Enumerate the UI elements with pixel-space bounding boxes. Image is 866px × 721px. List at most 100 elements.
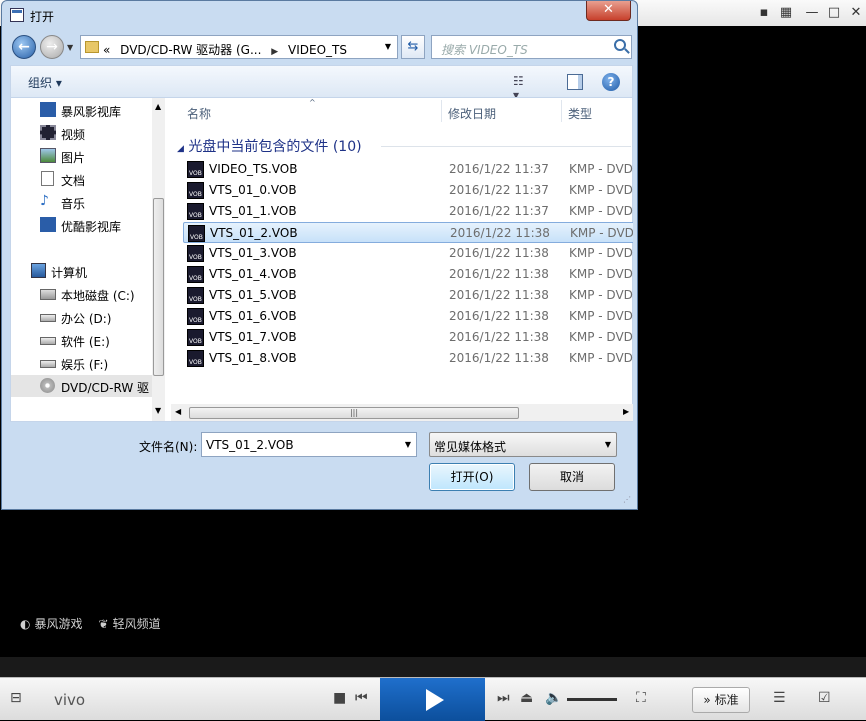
breadcrumb-separator-icon[interactable]: ▶ xyxy=(271,47,278,57)
nav-item-drive-c[interactable]: 本地磁盘 (C:) xyxy=(11,283,153,305)
fullscreen-icon[interactable]: ⛶ xyxy=(636,690,646,706)
nav-item-drive-e[interactable]: 软件 (E:) xyxy=(11,329,153,351)
search-field[interactable]: 搜索 VIDEO_TS xyxy=(431,35,632,59)
search-icon[interactable] xyxy=(614,39,626,51)
preview-pane-icon[interactable] xyxy=(567,74,583,90)
close-icon[interactable]: ✕ xyxy=(848,5,864,21)
library-icon[interactable]: ☑ xyxy=(818,690,831,706)
vob-file-icon xyxy=(187,329,204,346)
navigation-pane: 暴风影视库 视频 图片 文档 ♪音乐 优酷影视库 ▷计算机 本地磁盘 (C:) … xyxy=(11,98,165,421)
drive-icon xyxy=(40,337,56,345)
eject-icon[interactable]: ⏏ xyxy=(520,690,533,706)
video-library-icon xyxy=(40,217,56,232)
nav-item-drive-d[interactable]: 办公 (D:) xyxy=(11,306,153,328)
toolbox-icon[interactable]: ⊟ xyxy=(10,690,22,706)
file-row[interactable]: VTS_01_1.VOB2016/1/22 11:37KMP - DVD xyxy=(183,201,633,222)
quality-button[interactable]: » 标准 xyxy=(692,687,750,713)
scroll-down-icon[interactable]: ▼ xyxy=(155,406,161,415)
nav-item-youku-library[interactable]: 优酷影视库 xyxy=(11,214,153,236)
hscroll-thumb[interactable]: ||| xyxy=(189,407,519,419)
volume-slider[interactable] xyxy=(567,698,617,701)
back-button[interactable]: ← xyxy=(12,35,36,59)
skin-icon[interactable]: ▦ xyxy=(778,5,794,21)
windows-drive-icon xyxy=(40,289,56,300)
cancel-button[interactable]: 取消 xyxy=(529,463,615,491)
column-header-name[interactable]: 名称 xyxy=(187,105,211,122)
organize-menu[interactable]: 组织 ▾ xyxy=(28,74,62,91)
nav-item-dvd-drive[interactable]: DVD/CD-RW 驱 xyxy=(11,375,153,397)
file-list-hscrollbar[interactable]: ◀ ||| ▶ xyxy=(171,404,633,421)
dialog-body: 暴风影视库 视频 图片 文档 ♪音乐 优酷影视库 ▷计算机 本地磁盘 (C:) … xyxy=(10,97,633,422)
scroll-right-icon[interactable]: ▶ xyxy=(623,407,629,416)
file-type-select[interactable]: 常见媒体格式 ▼ xyxy=(429,432,617,457)
refresh-button[interactable]: ⇆ xyxy=(401,35,425,59)
file-row[interactable]: VTS_01_5.VOB2016/1/22 11:38KMP - DVD xyxy=(183,285,633,306)
nav-item-computer[interactable]: ▷计算机 xyxy=(11,260,153,282)
progress-strip[interactable] xyxy=(0,657,866,677)
vob-file-icon xyxy=(187,308,204,325)
breadcrumb-folder[interactable]: VIDEO_TS xyxy=(288,43,347,57)
group-divider xyxy=(381,146,631,147)
search-placeholder: 搜索 VIDEO_TS xyxy=(441,43,528,57)
nav-scroll-thumb[interactable] xyxy=(153,198,164,376)
forward-button[interactable]: → xyxy=(40,35,64,59)
address-dropdown-icon[interactable]: ▼ xyxy=(385,42,391,51)
document-icon xyxy=(41,171,54,186)
stop-icon[interactable]: ■ xyxy=(333,690,346,706)
column-header-date[interactable]: 修改日期 xyxy=(448,105,496,122)
help-icon[interactable]: ? xyxy=(602,73,620,91)
file-row[interactable]: VTS_01_7.VOB2016/1/22 11:38KMP - DVD xyxy=(183,327,633,348)
address-bar[interactable]: « DVD/CD-RW 驱动器 (G... ▶ VIDEO_TS ▼ xyxy=(80,35,398,59)
column-divider[interactable] xyxy=(441,100,442,122)
scroll-left-icon[interactable]: ◀ xyxy=(175,407,181,416)
file-row[interactable]: VIDEO_TS.VOB2016/1/22 11:37KMP - DVD xyxy=(183,159,633,180)
file-row-selected[interactable]: VTS_01_2.VOB2016/1/22 11:38KMP - DVD xyxy=(183,222,633,243)
scroll-up-icon[interactable]: ▲ xyxy=(155,102,161,111)
channel-link[interactable]: ❦ 轻风频道 xyxy=(99,615,161,632)
view-options-icon[interactable]: ☷ ▾ xyxy=(513,74,529,102)
game-link[interactable]: ◐ 暴风游戏 xyxy=(20,615,83,632)
filename-input[interactable]: VTS_01_2.VOB ▼ xyxy=(201,432,417,457)
column-divider[interactable] xyxy=(561,100,562,122)
nav-scrollbar[interactable]: ▲ ▼ xyxy=(152,98,165,421)
file-list: 名称 ^ 修改日期 类型 ◢ 光盘中当前包含的文件 (10) VIDEO_TS.… xyxy=(171,98,633,421)
dialog-close-button[interactable]: ✕ xyxy=(586,1,631,21)
open-button[interactable]: 打开(O) xyxy=(429,463,515,491)
dialog-title: 打开 xyxy=(30,10,55,24)
nav-item-baofeng-library[interactable]: 暴风影视库 xyxy=(11,99,153,121)
next-icon[interactable]: ⏭ xyxy=(497,690,510,706)
filename-dropdown-icon[interactable]: ▼ xyxy=(405,440,411,449)
message-icon[interactable]: ▪ xyxy=(756,5,772,21)
collapse-icon[interactable]: ◢ xyxy=(177,144,184,154)
file-row[interactable]: VTS_01_3.VOB2016/1/22 11:38KMP - DVD xyxy=(183,243,633,264)
file-row[interactable]: VTS_01_0.VOB2016/1/22 11:37KMP - DVD xyxy=(183,180,633,201)
nav-item-drive-f[interactable]: 娱乐 (F:) xyxy=(11,352,153,374)
nav-item-music[interactable]: ♪ 音乐 xyxy=(11,191,153,213)
history-dropdown-icon[interactable]: ▼ xyxy=(67,43,73,52)
navigation-row: ← → ▼ « DVD/CD-RW 驱动器 (G... ▶ VIDEO_TS ▼… xyxy=(2,31,637,63)
dialog-title-bar[interactable]: 打开 ✕ xyxy=(2,1,637,29)
maximize-icon[interactable]: □ xyxy=(826,5,842,21)
resize-grip[interactable]: ⋰ xyxy=(623,495,631,504)
play-button[interactable] xyxy=(380,678,485,721)
breadcrumb-drive[interactable]: DVD/CD-RW 驱动器 (G... xyxy=(120,43,261,57)
file-row[interactable]: VTS_01_8.VOB2016/1/22 11:38KMP - DVD xyxy=(183,348,633,369)
nav-item-documents[interactable]: 文档 xyxy=(11,168,153,190)
group-header[interactable]: ◢ 光盘中当前包含的文件 (10) xyxy=(177,136,362,156)
minimize-icon[interactable]: — xyxy=(804,5,820,21)
file-row[interactable]: VTS_01_4.VOB2016/1/22 11:38KMP - DVD xyxy=(183,264,633,285)
nav-item-videos[interactable]: 视频 xyxy=(11,122,153,144)
leaf-icon: ❦ xyxy=(98,616,109,631)
address-overflow[interactable]: « xyxy=(103,43,110,57)
playlist-icon[interactable]: ☰ xyxy=(773,690,786,706)
previous-icon[interactable]: ⏮ xyxy=(355,690,368,706)
arrow-right-icon: → xyxy=(46,39,58,55)
dialog-toolbar: 组织 ▾ ☷ ▾ ? xyxy=(10,65,633,102)
player-links: ◐ 暴风游戏 ❦ 轻风频道 xyxy=(20,615,161,632)
nav-item-pictures[interactable]: 图片 xyxy=(11,145,153,167)
vob-file-icon xyxy=(187,266,204,283)
column-header-type[interactable]: 类型 xyxy=(568,105,592,122)
arrow-left-icon: ← xyxy=(18,39,30,55)
volume-icon[interactable]: 🔈 xyxy=(545,690,562,706)
file-row[interactable]: VTS_01_6.VOB2016/1/22 11:38KMP - DVD xyxy=(183,306,633,327)
